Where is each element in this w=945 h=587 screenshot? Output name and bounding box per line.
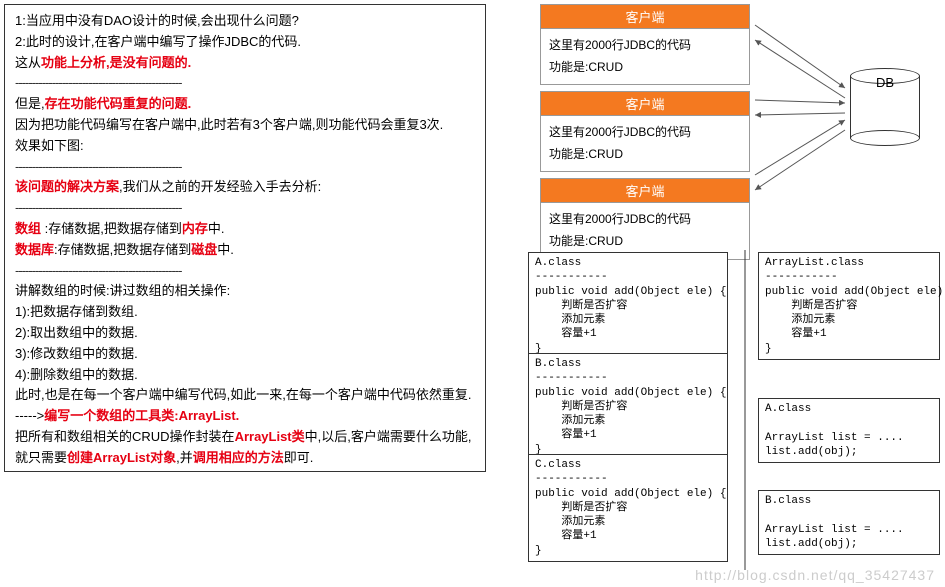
code-box-a: A.class ----------- public void add(Obje… xyxy=(528,252,728,360)
line-9-c: 磁盘 xyxy=(191,242,217,257)
client-db-arrows xyxy=(750,0,860,230)
client-line1: 这里有2000行JDBC的代码 xyxy=(549,122,741,144)
line-9-a: 数据库 xyxy=(15,242,54,257)
line-16-arrow: -----> xyxy=(15,408,44,423)
line-12: 2):取出数组中的数据. xyxy=(15,323,475,344)
code-box-b2: B.class ArrayList list = .... list.add(o… xyxy=(758,490,940,555)
client-line1: 这里有2000行JDBC的代码 xyxy=(549,209,741,231)
l17-a: 把所有和数组相关的CRUD操作封装在 xyxy=(15,429,235,444)
line-11: 1):把数据存储到数组. xyxy=(15,302,475,323)
client-line1: 这里有2000行JDBC的代码 xyxy=(549,35,741,57)
line-15: 此时,也是在每一个客户端中编写代码,如此一来,在每一个客户端中代码依然重复. xyxy=(15,385,475,406)
l17-g: 即可. xyxy=(284,450,314,465)
client-line2: 功能是:CRUD xyxy=(549,231,741,253)
client-body: 这里有2000行JDBC的代码 功能是:CRUD xyxy=(541,203,749,258)
line-9: 数据库:存储数据,把数据存储到磁盘中. xyxy=(15,240,475,261)
line-14: 4):删除数组中的数据. xyxy=(15,365,475,386)
code-box-c: C.class ----------- public void add(Obje… xyxy=(528,454,728,562)
watermark: http://blog.csdn.net/qq_35427437 xyxy=(695,567,935,583)
line-1: 1:当应用中没有DAO设计的时候,会出现什么问题? xyxy=(15,11,475,32)
line-9-d: 中. xyxy=(217,242,234,257)
client-box-1: 客户端 这里有2000行JDBC的代码 功能是:CRUD xyxy=(540,4,750,85)
line-8: 数组 :存储数据,把数据存储到内存中. xyxy=(15,219,475,240)
line-3-em: 功能上分析,是没有问题的. xyxy=(41,55,191,70)
l17-b: ArrayList类 xyxy=(235,429,305,444)
client-header: 客户端 xyxy=(541,5,749,29)
line-16: ----->编写一个数组的工具类:ArrayList. xyxy=(15,406,475,427)
line-4-pre: 但是, xyxy=(15,96,45,111)
line-6: 效果如下图: xyxy=(15,136,475,157)
divider-3: ----------------------------------------… xyxy=(15,198,475,219)
line-7: 该问题的解决方案,我们从之前的开发经验入手去分析: xyxy=(15,177,475,198)
client-stack: 客户端 这里有2000行JDBC的代码 功能是:CRUD 客户端 这里有2000… xyxy=(540,4,750,266)
divider-1: ----------------------------------------… xyxy=(15,73,475,94)
client-line2: 功能是:CRUD xyxy=(549,144,741,166)
client-box-3: 客户端 这里有2000行JDBC的代码 功能是:CRUD xyxy=(540,178,750,259)
line-3-pre: 这从 xyxy=(15,55,41,70)
line-16-em: 编写一个数组的工具类:ArrayList. xyxy=(44,408,239,423)
line-5: 因为把功能代码编写在客户端中,此时若有3个客户端,则功能代码会重复3次. xyxy=(15,115,475,136)
line-13: 3):修改数组中的数据. xyxy=(15,344,475,365)
line-8-a: 数组 xyxy=(15,221,41,236)
client-line2: 功能是:CRUD xyxy=(549,57,741,79)
line-7-em: 该问题的解决方案 xyxy=(15,179,119,194)
line-7-post: ,我们从之前的开发经验入手去分析: xyxy=(119,179,321,194)
line-2: 2:此时的设计,在客户端中编写了操作JDBC的代码. xyxy=(15,32,475,53)
line-10: 讲解数组的时候:讲过数组的相关操作: xyxy=(15,281,475,302)
code-box-a2: A.class ArrayList list = .... list.add(o… xyxy=(758,398,940,463)
client-header: 客户端 xyxy=(541,92,749,116)
client-box-2: 客户端 这里有2000行JDBC的代码 功能是:CRUD xyxy=(540,91,750,172)
divider-2: ----------------------------------------… xyxy=(15,157,475,178)
vertical-divider xyxy=(740,250,750,570)
line-8-d: 中. xyxy=(208,221,225,236)
line-4-em: 存在功能代码重复的问题. xyxy=(45,96,192,111)
line-3: 这从功能上分析,是没有问题的. xyxy=(15,53,475,74)
l17-f: 调用相应的方法 xyxy=(193,450,284,465)
line-8-c: 内存 xyxy=(182,221,208,236)
l17-e: ,并 xyxy=(176,450,193,465)
l17-d: 创建ArrayList对象 xyxy=(67,450,176,465)
line-4: 但是,存在功能代码重复的问题. xyxy=(15,94,475,115)
client-header: 客户端 xyxy=(541,179,749,203)
line-17: 把所有和数组相关的CRUD操作封装在ArrayList类中,以后,客户端需要什么… xyxy=(15,427,475,469)
code-box-arraylist: ArrayList.class ----------- public void … xyxy=(758,252,940,360)
line-8-b: :存储数据,把数据存储到 xyxy=(41,221,182,236)
divider-4: ----------------------------------------… xyxy=(15,261,475,282)
client-body: 这里有2000行JDBC的代码 功能是:CRUD xyxy=(541,116,749,171)
line-9-b: :存储数据,把数据存储到 xyxy=(54,242,191,257)
explanation-panel: 1:当应用中没有DAO设计的时候,会出现什么问题? 2:此时的设计,在客户端中编… xyxy=(4,4,486,472)
code-box-b: B.class ----------- public void add(Obje… xyxy=(528,353,728,461)
client-body: 这里有2000行JDBC的代码 功能是:CRUD xyxy=(541,29,749,84)
database-label: DB xyxy=(860,75,910,90)
